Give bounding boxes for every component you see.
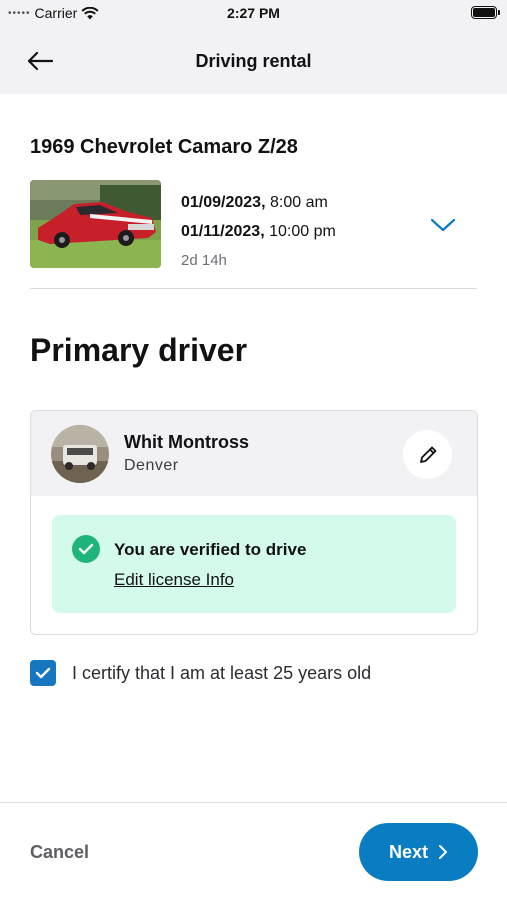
vehicle-title: 1969 Chevrolet Camaro Z/28 — [30, 136, 298, 158]
battery-icon — [471, 6, 500, 19]
certify-row: I certify that I am at least 25 years ol… — [30, 660, 371, 686]
footer-divider — [0, 802, 507, 803]
start-date: 01/09/2023, — [181, 194, 266, 211]
status-bar: ••••• Carrier 2:27 PM — [0, 0, 507, 28]
divider — [30, 288, 477, 289]
cancel-button[interactable]: Cancel — [30, 842, 89, 863]
expand-trip-button[interactable] — [428, 212, 458, 238]
end-time: 10:00 pm — [264, 223, 336, 240]
nav-bar: Driving rental — [0, 28, 507, 94]
end-date: 01/11/2023, — [181, 223, 265, 240]
chevron-down-icon — [430, 218, 456, 232]
pencil-icon — [419, 446, 436, 463]
edit-driver-button[interactable] — [403, 430, 452, 479]
driver-header: Whit Montross Denver — [31, 411, 477, 496]
verified-banner: You are verified to drive Edit license I… — [52, 515, 456, 613]
car-photo — [30, 180, 161, 268]
chevron-right-icon — [439, 845, 447, 859]
checkmark-icon — [35, 667, 51, 679]
status-time: 2:27 PM — [227, 5, 280, 21]
next-button[interactable]: Next — [359, 823, 478, 881]
avatar — [51, 425, 109, 483]
certify-checkbox[interactable] — [30, 660, 56, 686]
certify-label: I certify that I am at least 25 years ol… — [72, 662, 372, 683]
trip-end: 01/11/2023, 10:00 pm — [181, 217, 336, 246]
check-circle-icon — [72, 535, 100, 563]
start-time: 8:00 am — [265, 194, 328, 211]
driver-card: Whit Montross Denver You are verified to… — [30, 410, 478, 635]
verified-message: You are verified to drive — [114, 540, 307, 559]
trip-duration: 2d 14h — [181, 252, 227, 269]
edit-license-link[interactable]: Edit license Info — [114, 570, 234, 590]
page-title: Driving rental — [195, 51, 312, 71]
driver-city: Denver — [124, 457, 179, 474]
next-label: Next — [388, 841, 428, 862]
driver-name: Whit Montross — [124, 432, 249, 452]
trip-dates: 01/09/2023, 8:00 am 01/11/2023, 10:00 pm… — [181, 188, 336, 275]
section-heading: Primary driver — [30, 332, 248, 368]
trip-start: 01/09/2023, 8:00 am — [181, 188, 336, 217]
